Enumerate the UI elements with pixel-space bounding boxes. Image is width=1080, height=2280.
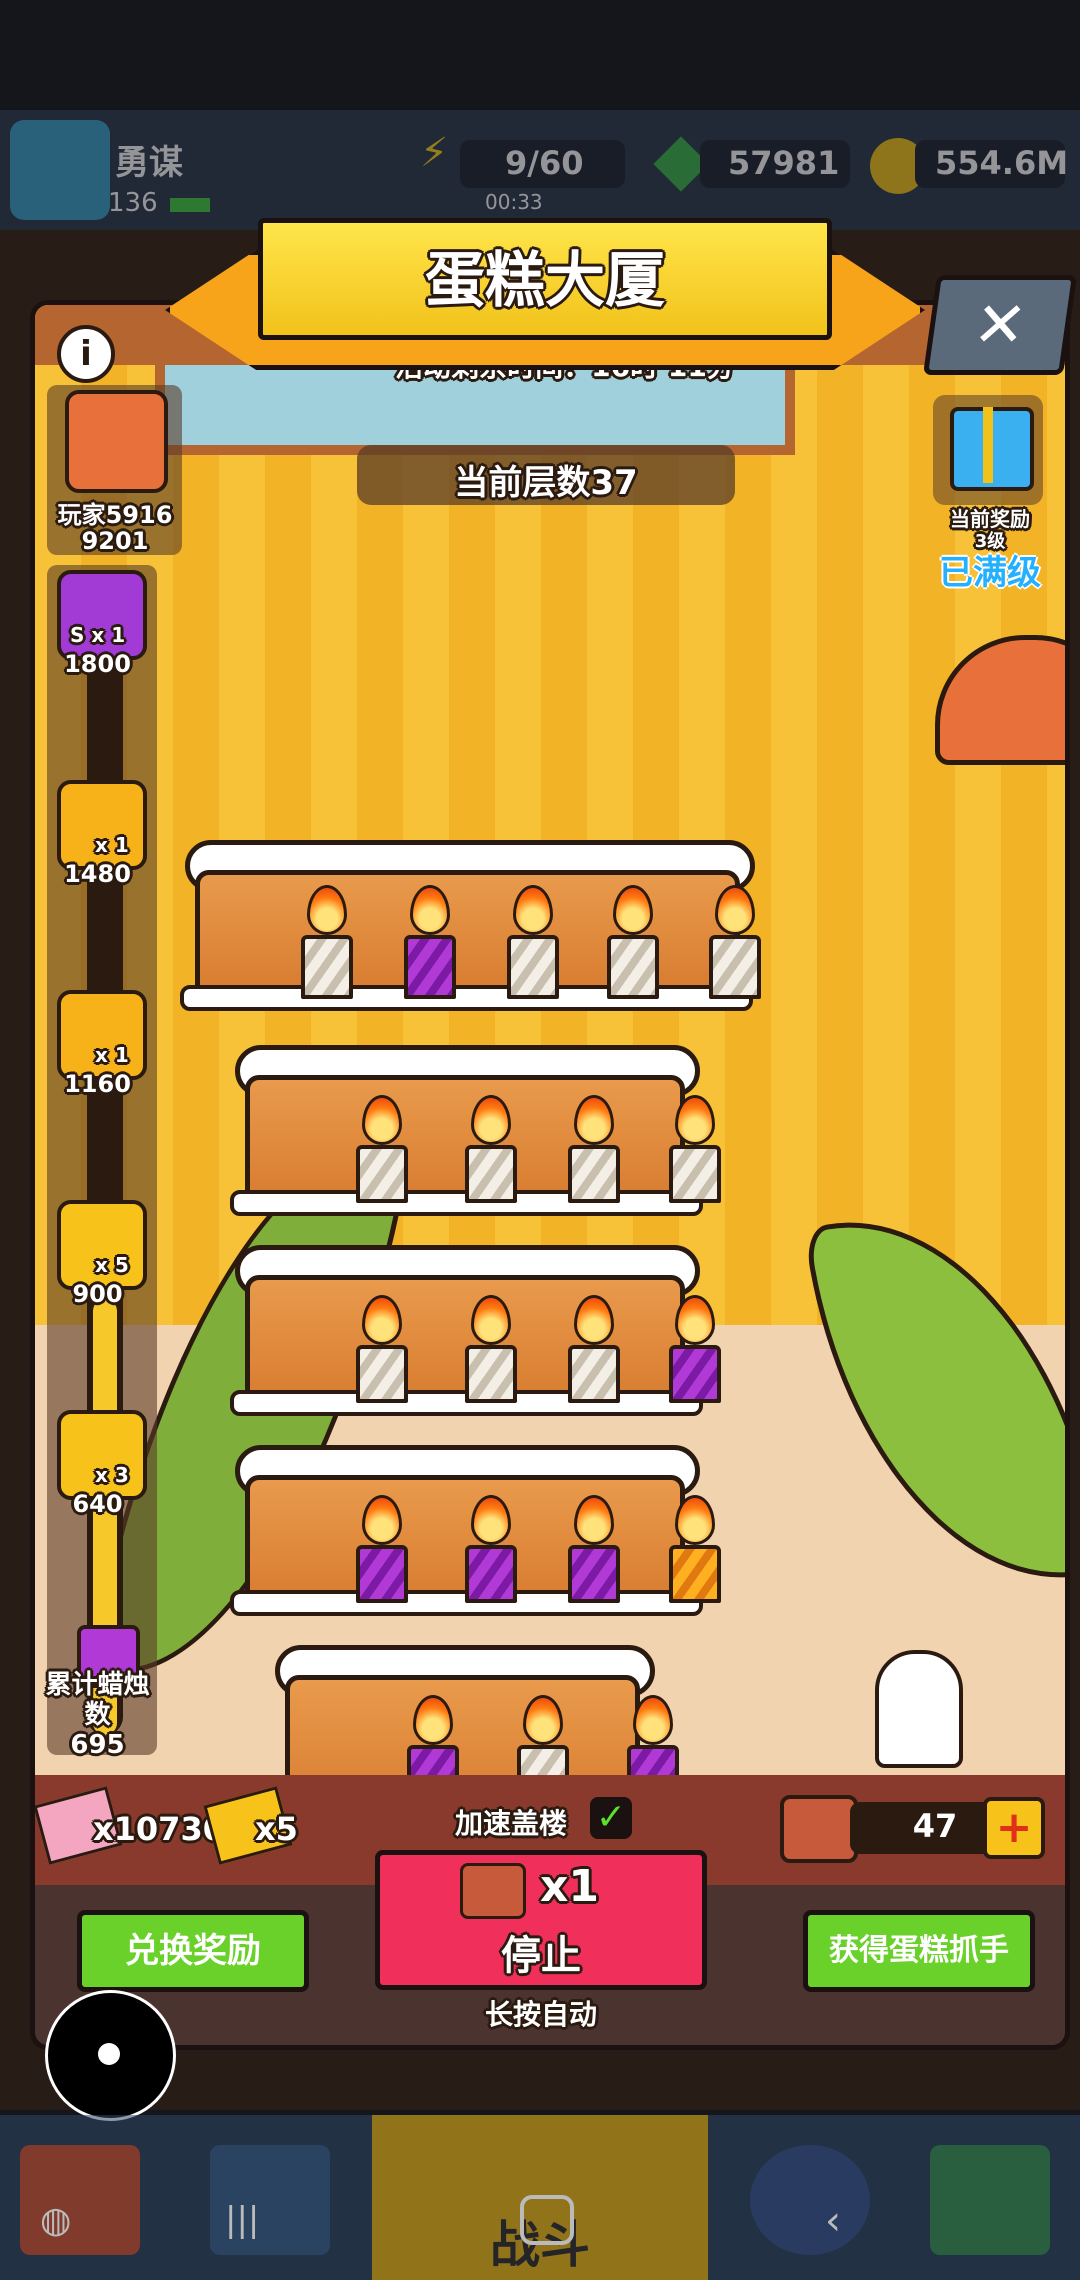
xp-bar	[170, 198, 210, 212]
cake-count: 47	[912, 1807, 958, 1845]
reward-qty: S x 1	[70, 623, 126, 647]
energy-timer: 00:33	[485, 190, 543, 214]
stop-multiplier: x1	[540, 1861, 599, 1912]
player-score: 9201	[81, 527, 149, 555]
add-cake-button[interactable]: +	[983, 1797, 1045, 1859]
player-portrait[interactable]	[65, 390, 168, 493]
cake-claw-icon	[780, 1795, 858, 1863]
speed-build-checkbox[interactable]: ✓	[590, 1797, 632, 1839]
reward-threshold: 900	[72, 1280, 123, 1308]
player-name-label: 玩家5916	[57, 501, 173, 529]
player-name: 勇谋	[115, 143, 183, 183]
gold-value: 554.6M	[935, 144, 1069, 182]
close-button[interactable]: ✕	[922, 275, 1078, 375]
hold-auto-hint: 长按自动	[484, 1998, 597, 2031]
get-cake-claw-button[interactable]: 获得蛋糕抓手	[803, 1910, 1035, 1992]
reward-qty: x 3	[95, 1463, 129, 1487]
exchange-reward-button[interactable]: 兑换奖励	[77, 1910, 309, 1992]
nav-map[interactable]	[930, 2145, 1050, 2255]
home-icon[interactable]	[520, 2195, 574, 2245]
info-icon[interactable]: i	[57, 325, 115, 383]
lamp	[935, 635, 1065, 765]
maxed-status: 已满级	[939, 553, 1041, 593]
stop-label: 停止	[501, 1933, 581, 1979]
reward-threshold: 1800	[64, 650, 131, 678]
back-icon[interactable]: ‹	[825, 2198, 841, 2244]
top-status-bar: 勇谋 136 ⚡ 9/60 00:33 57981 554.6M	[0, 110, 1080, 230]
recent-apps-icon[interactable]: |||	[225, 2200, 259, 2240]
cake-tower-modal: i 活动剩余时间：16时 11分 当前层数37 玩家5916 9201 当前奖励…	[30, 300, 1070, 2050]
player-avatar[interactable]	[10, 120, 110, 220]
reward-threshold: 640	[72, 1490, 123, 1518]
player-level: 136	[108, 188, 158, 218]
floating-joystick[interactable]	[45, 1990, 176, 2121]
stop-button[interactable]: x1 停止	[375, 1850, 707, 1990]
reward-threshold: 1160	[64, 1070, 131, 1098]
gems-value: 57981	[728, 144, 840, 182]
cake-claw-icon	[460, 1863, 526, 1919]
cake-tower-scene: i 活动剩余时间：16时 11分 当前层数37 玩家5916 9201 当前奖励…	[35, 305, 1065, 1775]
gold-ticket-count: x5	[255, 1810, 298, 1848]
candle-count-label: 累计蜡烛数	[45, 1670, 150, 1730]
nav-event[interactable]	[750, 2145, 870, 2255]
energy-icon: ⚡	[420, 130, 449, 176]
cat-mascot	[875, 1650, 963, 1768]
energy-value: 9/60	[505, 144, 584, 182]
reward-qty: x 1	[95, 833, 129, 857]
modal-title: 蛋糕大厦	[425, 246, 665, 316]
current-floor-text: 当前层数37	[454, 463, 638, 503]
speed-build-label: 加速盖楼	[455, 1807, 568, 1840]
gamepad-icon[interactable]: ◍	[40, 2200, 71, 2241]
reward-threshold: 1480	[64, 860, 131, 888]
reward-qty: x 5	[95, 1253, 129, 1277]
nav-shop[interactable]	[20, 2145, 140, 2255]
candle-count-value: 695	[70, 1730, 125, 1760]
reward-qty: x 1	[95, 1043, 129, 1067]
